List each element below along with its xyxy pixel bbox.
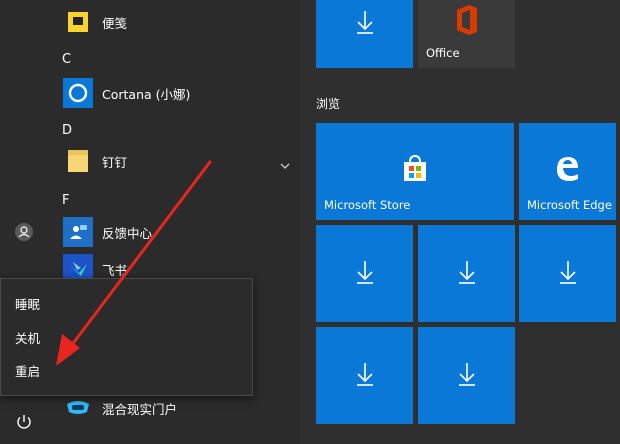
section-letter-d[interactable]: D xyxy=(62,123,72,138)
download-icon xyxy=(355,361,375,391)
sleep-menu-item[interactable]: 睡眠 xyxy=(1,287,250,320)
tile-label: Microsoft Store xyxy=(324,198,411,212)
tile-area: Office 浏览 Microsoft Store Microsoft Edge xyxy=(300,0,620,444)
office-icon xyxy=(454,4,480,40)
store-icon xyxy=(400,153,430,187)
download-tile[interactable] xyxy=(316,225,413,322)
download-tile[interactable] xyxy=(316,0,413,68)
restart-label: 重启 xyxy=(15,364,41,379)
app-cortana[interactable]: Cortana (小娜) xyxy=(48,73,300,113)
tile-label: Office xyxy=(426,46,460,60)
tile-label: Microsoft Edge xyxy=(527,198,612,212)
microsoft-store-tile[interactable]: Microsoft Store xyxy=(316,123,514,220)
download-tile[interactable] xyxy=(418,225,515,322)
download-tile[interactable] xyxy=(519,225,616,322)
download-icon xyxy=(355,9,375,39)
shutdown-label: 关机 xyxy=(15,331,41,346)
app-label: Cortana (小娜) xyxy=(102,86,191,102)
app-dingtalk[interactable]: 钉钉 xyxy=(48,141,300,181)
sleep-label: 睡眠 xyxy=(15,297,41,312)
group-label[interactable]: 浏览 xyxy=(316,95,340,112)
app-label: 反馈中心 xyxy=(102,225,153,241)
section-letter-f[interactable]: F xyxy=(62,193,69,208)
app-sticky-notes[interactable]: 便笺 xyxy=(48,2,300,42)
account-button[interactable] xyxy=(0,214,48,254)
power-icon xyxy=(15,413,33,435)
download-icon xyxy=(558,259,578,289)
app-label: 便笺 xyxy=(102,15,128,31)
power-menu: 睡眠 关机 重启 xyxy=(0,278,253,396)
app-label: 混合现实门户 xyxy=(102,401,178,417)
power-button[interactable] xyxy=(0,404,48,444)
feedback-hub-icon xyxy=(63,217,93,247)
app-feedback-hub[interactable]: 反馈中心 xyxy=(48,212,300,252)
download-tile[interactable] xyxy=(316,327,413,424)
folder-icon xyxy=(63,146,93,176)
microsoft-edge-tile[interactable]: Microsoft Edge xyxy=(519,123,616,220)
office-tile[interactable]: Office xyxy=(418,0,515,68)
download-icon xyxy=(457,259,477,289)
shutdown-menu-item[interactable]: 关机 xyxy=(1,321,250,354)
restart-menu-item[interactable]: 重启 xyxy=(1,354,250,387)
download-icon xyxy=(355,259,375,289)
mixed-reality-icon xyxy=(63,393,93,423)
chevron-down-icon[interactable] xyxy=(280,155,290,174)
edge-icon xyxy=(553,153,581,187)
sticky-notes-icon xyxy=(63,7,93,37)
download-icon xyxy=(457,361,477,391)
app-label: 飞书 xyxy=(102,262,128,278)
download-tile[interactable] xyxy=(418,327,515,424)
cortana-icon xyxy=(63,78,93,108)
section-letter-c[interactable]: C xyxy=(62,52,71,67)
user-icon xyxy=(14,222,34,246)
app-label: 钉钉 xyxy=(102,154,128,170)
